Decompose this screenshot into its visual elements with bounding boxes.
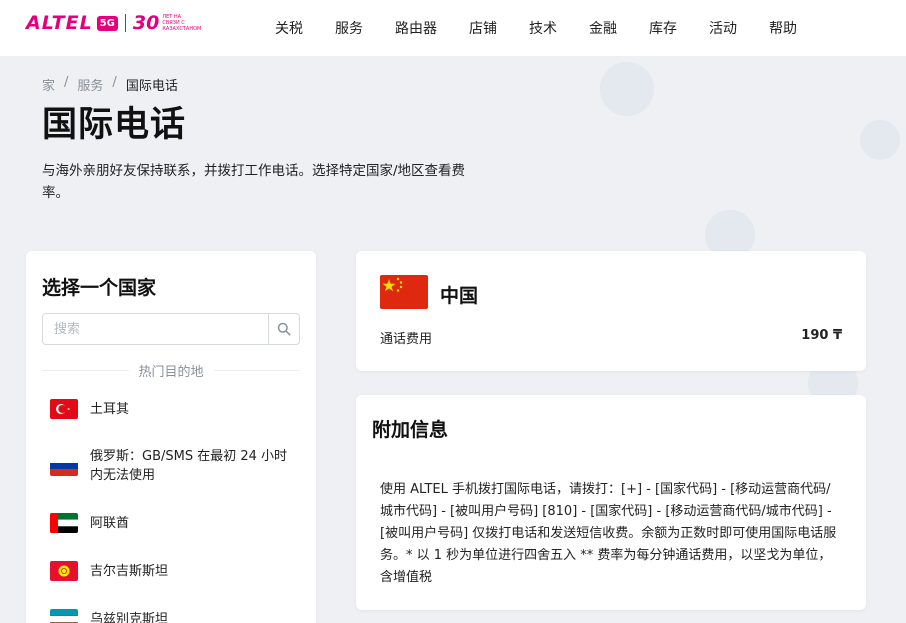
logo-5g-badge: 5G xyxy=(96,15,118,31)
nav-finance[interactable]: 金融 xyxy=(589,18,617,38)
country-name: 乌兹别克斯坦 xyxy=(90,611,169,623)
breadcrumb-current: 国际电话 xyxy=(125,79,178,94)
country-name: 阿联酋 xyxy=(90,515,130,531)
country-name: 吉尔吉斯斯坦 xyxy=(90,563,169,579)
country-item-kyrgyzstan[interactable]: 吉尔吉斯斯坦 xyxy=(42,541,300,601)
country-item-uzbekistan[interactable]: 乌兹别克斯坦 xyxy=(42,601,300,623)
country-item-uae[interactable]: 阿联酋 xyxy=(42,505,300,541)
nav-help[interactable]: 帮助 xyxy=(769,18,797,38)
call-fee-value: 190 ₸ xyxy=(801,328,842,343)
turkey-flag-icon xyxy=(50,399,78,419)
uzbekistan-flag-icon xyxy=(50,609,78,623)
kyrgyzstan-flag-icon xyxy=(50,561,78,581)
breadcrumb-separator: / xyxy=(64,75,69,90)
page-intro: 与海外亲朋好友保持联系，并拨打工作电话。选择特定国家/地区查看费率。 xyxy=(42,163,466,201)
call-fee-label: 通话费用 xyxy=(380,332,433,347)
country-picker-card: 选择一个国家 热门目的地 土耳其 xyxy=(26,251,316,623)
additional-info-card: 附加信息 使用 ALTEL 手机拨打国际电话，请拨打：[+] - [国家代码] … xyxy=(356,395,866,610)
search-icon xyxy=(277,322,291,336)
selected-country-name: 中国 xyxy=(440,285,479,307)
top-header: ALTEL 5G 30 ЛЕТ НА СВЯЗИ С КАЗАХСТАНОМ 关… xyxy=(0,0,906,56)
logo-separator xyxy=(124,14,126,32)
country-item-russia[interactable]: 俄罗斯：GB/SMS 在最初 24 小时内无法使用 xyxy=(42,427,300,505)
breadcrumb: 家 / 服务 / 国际电话 xyxy=(42,75,178,94)
country-list: 土耳其 俄罗斯：GB/SMS 在最初 24 小时内无法使用 阿联酋 吉尔吉斯斯坦… xyxy=(42,391,300,623)
popular-destinations-label: 热门目的地 xyxy=(138,365,204,380)
search-button[interactable] xyxy=(268,313,300,345)
nav-stock[interactable]: 库存 xyxy=(649,18,677,38)
country-name: 俄罗斯：GB/SMS 在最初 24 小时内无法使用 xyxy=(90,449,288,483)
selected-country-card: 中国 通话费用 190 ₸ xyxy=(356,251,866,371)
country-search xyxy=(42,313,300,345)
logo-brand: ALTEL xyxy=(26,12,93,34)
country-item-turkey[interactable]: 土耳其 xyxy=(42,391,300,427)
altel-logo[interactable]: ALTEL 5G 30 ЛЕТ НА СВЯЗИ С КАЗАХСТАНОМ xyxy=(26,12,202,34)
nav-technology[interactable]: 技术 xyxy=(529,18,557,38)
additional-info-title: 附加信息 xyxy=(372,419,449,441)
logo-tagline: ЛЕТ НА СВЯЗИ С КАЗАХСТАНОМ xyxy=(162,14,202,32)
nav-services[interactable]: 服务 xyxy=(335,18,363,38)
nav-routers[interactable]: 路由器 xyxy=(395,18,437,38)
breadcrumb-home[interactable]: 家 xyxy=(42,75,55,94)
country-search-input[interactable] xyxy=(42,313,268,345)
uae-flag-icon xyxy=(50,513,78,533)
country-name: 土耳其 xyxy=(90,401,130,417)
popular-destinations-divider: 热门目的地 xyxy=(42,361,300,380)
logo-anniversary: 30 xyxy=(132,12,160,34)
nav-shops[interactable]: 店铺 xyxy=(469,18,497,38)
page-title: 国际电话 xyxy=(42,105,187,145)
country-picker-title: 选择一个国家 xyxy=(42,277,157,299)
russia-flag-icon xyxy=(50,456,78,476)
breadcrumb-separator: / xyxy=(112,75,117,90)
nav-events[interactable]: 活动 xyxy=(709,18,737,38)
china-flag-icon xyxy=(380,275,428,309)
nav-tariffs[interactable]: 关税 xyxy=(275,18,303,38)
main-nav: 关税 服务 路由器 店铺 技术 金融 库存 活动 帮助 xyxy=(275,0,829,56)
breadcrumb-services[interactable]: 服务 xyxy=(77,75,103,94)
additional-info-text: 使用 ALTEL 手机拨打国际电话，请拨打：[+] - [国家代码] - [移动… xyxy=(380,482,837,585)
